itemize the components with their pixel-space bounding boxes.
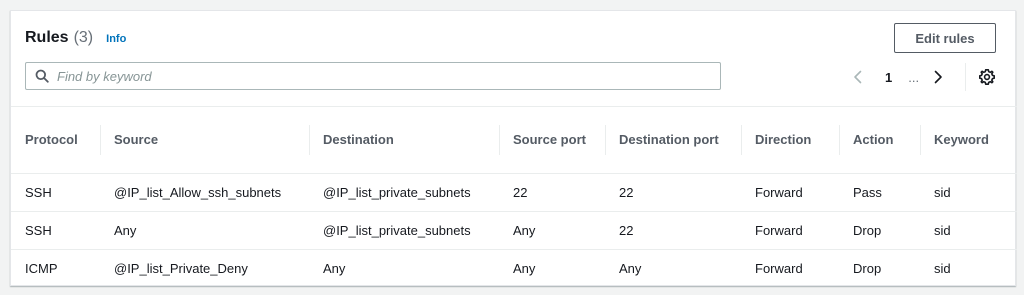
search-input[interactable] bbox=[57, 68, 697, 84]
cell-protocol: ICMP bbox=[25, 260, 58, 276]
settings-button[interactable] bbox=[978, 68, 996, 86]
page-number[interactable]: 1 bbox=[885, 70, 892, 85]
table-row: SSH Any @IP_list_private_subnets Any 22 … bbox=[11, 211, 1017, 250]
pagination: 1 ... bbox=[849, 67, 947, 87]
panel-header: Rules (3) Info bbox=[25, 29, 126, 47]
column-header-action[interactable]: Action bbox=[839, 107, 920, 174]
cell-action: Drop bbox=[853, 260, 882, 276]
cell-destination: @IP_list_private_subnets bbox=[309, 173, 499, 212]
cell-direction: Forward bbox=[755, 260, 803, 276]
column-header-protocol[interactable]: Protocol bbox=[11, 107, 100, 174]
rules-count: (3) bbox=[73, 29, 94, 46]
cell-direction: Forward bbox=[741, 211, 839, 250]
panel-title: Rules bbox=[25, 29, 69, 46]
column-header-destination[interactable]: Destination bbox=[309, 107, 499, 174]
table-row: ICMP @IP_list_Private_Deny Any Any Any F… bbox=[11, 249, 1017, 287]
rules-panel: Rules (3) Info Edit rules 1 ... bbox=[10, 10, 1017, 287]
cell-source-port: Any bbox=[513, 260, 536, 276]
previous-page-button[interactable] bbox=[849, 70, 867, 84]
cell-keyword: sid bbox=[934, 260, 951, 276]
cell-source: Any bbox=[100, 211, 309, 250]
gear-icon bbox=[979, 69, 995, 85]
cell-destination-port: 22 bbox=[605, 211, 741, 250]
table-header-row: Protocol Source Destination Source port … bbox=[11, 107, 1017, 174]
chevron-right-icon bbox=[934, 70, 942, 84]
toolbar-divider bbox=[965, 63, 966, 91]
cell-source: @IP_list_Allow_ssh_subnets bbox=[100, 173, 309, 212]
cell-action: Pass bbox=[839, 173, 920, 212]
cell-keyword: sid bbox=[920, 173, 1017, 212]
column-header-destination-port[interactable]: Destination port bbox=[605, 107, 741, 174]
cell-source-port: Any bbox=[499, 211, 605, 250]
table-row: SSH @IP_list_Allow_ssh_subnets @IP_list_… bbox=[11, 173, 1017, 212]
cell-protocol: SSH bbox=[11, 173, 100, 212]
cell-keyword: sid bbox=[920, 211, 1017, 250]
cell-action: Drop bbox=[839, 211, 920, 250]
column-header-source-port[interactable]: Source port bbox=[499, 107, 605, 174]
rules-table: Protocol Source Destination Source port … bbox=[11, 107, 1017, 287]
edit-rules-button[interactable]: Edit rules bbox=[894, 23, 996, 53]
cell-source: @IP_list_Private_Deny bbox=[114, 260, 248, 276]
cell-protocol: SSH bbox=[11, 211, 100, 250]
chevron-left-icon bbox=[854, 70, 862, 84]
cell-destination: Any bbox=[323, 260, 346, 276]
column-header-direction[interactable]: Direction bbox=[741, 107, 839, 174]
cell-direction: Forward bbox=[741, 173, 839, 212]
column-header-source[interactable]: Source bbox=[100, 107, 309, 174]
page-ellipsis: ... bbox=[908, 69, 920, 85]
cell-destination-port: 22 bbox=[605, 173, 741, 212]
search-box[interactable] bbox=[25, 62, 721, 90]
info-link[interactable]: Info bbox=[106, 33, 126, 45]
column-header-keyword[interactable]: Keyword bbox=[920, 107, 1017, 174]
cell-source-port: 22 bbox=[499, 173, 605, 212]
next-page-button[interactable] bbox=[929, 70, 947, 84]
cell-destination-port: Any bbox=[619, 260, 642, 276]
rules-table-wrapper: Protocol Source Destination Source port … bbox=[11, 106, 1017, 287]
cell-destination: @IP_list_private_subnets bbox=[309, 211, 499, 250]
search-icon bbox=[35, 69, 49, 83]
